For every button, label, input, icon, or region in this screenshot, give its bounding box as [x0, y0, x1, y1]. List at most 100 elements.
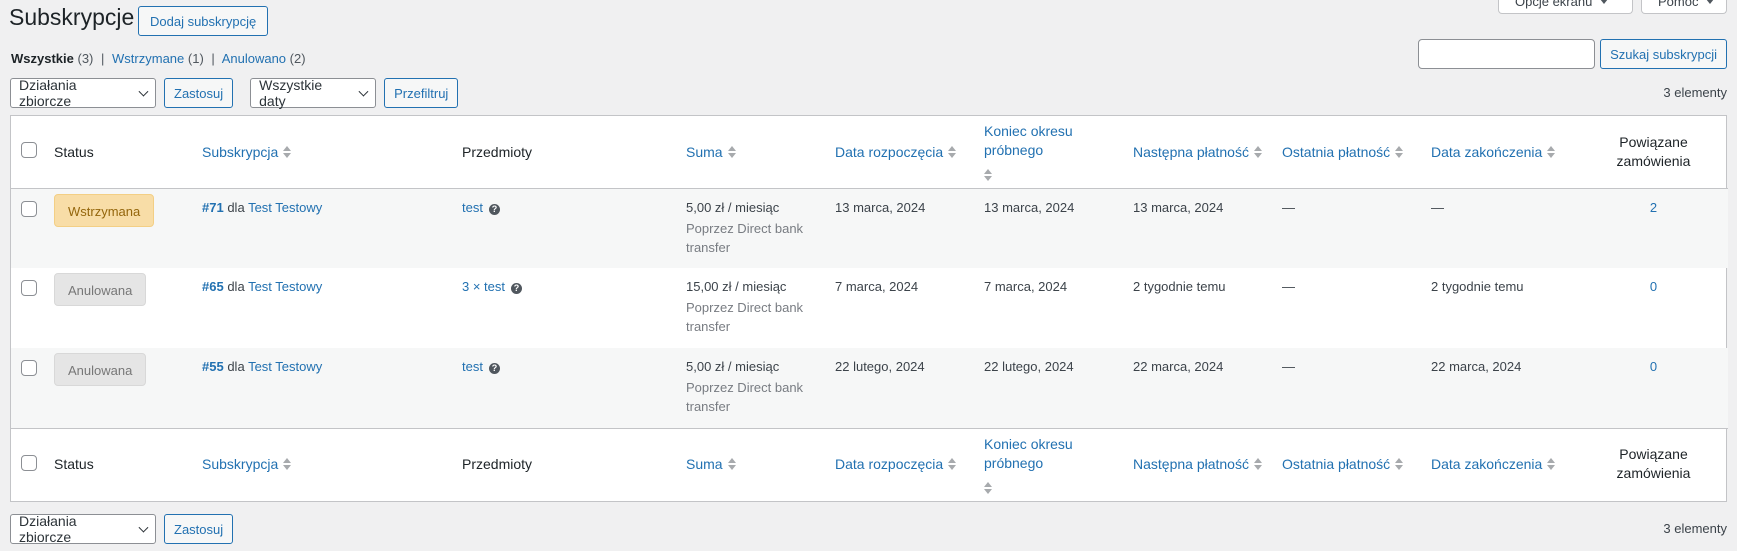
- last-payment-cell: —: [1282, 359, 1295, 374]
- help-icon[interactable]: ?: [511, 283, 522, 294]
- subscription-link[interactable]: #71: [202, 200, 224, 215]
- orders-count-link[interactable]: 2: [1650, 200, 1657, 215]
- item-link[interactable]: test: [462, 200, 483, 215]
- start-date-cell: 22 lutego, 2024: [835, 359, 925, 374]
- table-row: Anulowana #65 dla Test Testowy 3 × test?…: [11, 268, 1728, 348]
- next-payment-cell: 2 tygodnie temu: [1133, 279, 1226, 294]
- for-text: dla: [227, 199, 245, 215]
- column-items-label: Przedmioty: [462, 143, 533, 160]
- for-text: dla: [227, 279, 245, 294]
- screen-meta-links: Opcje ekranu Pomoc: [1498, 0, 1727, 14]
- subscription-cell: #65 dla Test Testowy: [201, 268, 461, 348]
- view-cancelled-count: (2): [289, 51, 306, 66]
- sort-icon: [1547, 145, 1556, 158]
- trial-end-cell: 13 marca, 2024: [984, 199, 1075, 215]
- view-cancelled[interactable]: Anulowano: [222, 51, 286, 66]
- column-next-payment[interactable]: Następna płatność: [1132, 427, 1281, 500]
- subscriptions-table: Status Subskrypcja Przedmioty Suma Data …: [10, 115, 1728, 502]
- last-payment-cell: —: [1282, 199, 1295, 215]
- screen-options-button[interactable]: Opcje ekranu: [1498, 0, 1633, 14]
- column-start-date[interactable]: Data rozpoczęcia: [834, 427, 983, 500]
- help-button[interactable]: Pomoc: [1641, 0, 1727, 14]
- column-trial-end[interactable]: Koniec okresu próbnego: [983, 427, 1132, 500]
- items-cell: test?: [461, 348, 685, 428]
- orders-count-link[interactable]: 0: [1650, 359, 1657, 374]
- orders-cell: 0: [1579, 268, 1728, 348]
- date-filter-select[interactable]: Wszystkie daty: [250, 77, 377, 109]
- column-orders-label-1: Powiązane: [1619, 133, 1688, 150]
- total-amount: 15,00 zł / miesiąc: [686, 279, 787, 294]
- help-label: Pomoc: [1658, 0, 1699, 9]
- row-checkbox[interactable]: [21, 200, 37, 217]
- column-items: Przedmioty: [461, 116, 685, 189]
- status-badge: Anulowana: [54, 273, 147, 306]
- help-icon[interactable]: ?: [488, 203, 500, 215]
- caret-down-icon: [1706, 0, 1715, 4]
- column-subscription[interactable]: Subskrypcja: [201, 427, 461, 500]
- column-end-date[interactable]: Data zakończenia: [1430, 427, 1579, 500]
- column-trial-end-label-2: próbnego: [984, 142, 1044, 159]
- item-link[interactable]: 3 × test: [462, 279, 505, 294]
- orders-count-link[interactable]: 0: [1650, 279, 1657, 294]
- next-payment-cell: 22 marca, 2024: [1133, 359, 1224, 374]
- tablenav-top: Działania zbiorcze Zastosuj Wszystkie da…: [10, 77, 459, 109]
- sort-icon: [1253, 458, 1262, 471]
- column-subscription-label: Subskrypcja: [202, 143, 279, 160]
- items-cell: 3 × test?: [461, 268, 685, 348]
- select-all-cell: [11, 427, 53, 500]
- page-title: Subskrypcje: [9, 4, 135, 30]
- column-start-date[interactable]: Data rozpoczęcia: [834, 116, 983, 189]
- column-end-date[interactable]: Data zakończenia: [1430, 116, 1579, 189]
- column-total-label: Suma: [686, 456, 723, 473]
- status-badge: Anulowana: [54, 353, 147, 386]
- status-views: Wszystkie (3) | Wstrzymane (1) | Anulowa…: [11, 51, 306, 66]
- bulk-actions-select-bottom[interactable]: Działania zbiorcze: [10, 513, 156, 545]
- subscription-link[interactable]: #55: [202, 359, 224, 374]
- bulk-actions-select[interactable]: Działania zbiorcze: [10, 77, 156, 109]
- select-all-cell: [11, 116, 53, 189]
- search-input[interactable]: [1418, 39, 1596, 69]
- payment-method: Poprzez Direct bank transfer: [686, 300, 804, 334]
- last-payment-cell: —: [1282, 279, 1295, 294]
- row-checkbox[interactable]: [21, 280, 37, 296]
- column-total[interactable]: Suma: [685, 116, 834, 189]
- status-badge: Wstrzymana: [54, 193, 155, 227]
- column-last-payment[interactable]: Ostatnia płatność: [1281, 427, 1430, 500]
- chevron-down-icon: [358, 86, 369, 96]
- view-separator: |: [211, 51, 215, 66]
- apply-button[interactable]: Zastosuj: [164, 78, 234, 108]
- column-next-payment[interactable]: Następna płatność: [1132, 116, 1281, 189]
- row-checkbox[interactable]: [21, 360, 37, 376]
- view-all[interactable]: Wszystkie: [11, 51, 74, 66]
- column-orders-label-2: zamówienia: [1616, 152, 1691, 169]
- column-next-payment-label: Następna płatność: [1133, 143, 1249, 160]
- total-cell: 5,00 zł / miesiąc Poprzez Direct bank tr…: [685, 188, 834, 268]
- trial-end-cell: 7 marca, 2024: [984, 279, 1068, 294]
- customer-link[interactable]: Test Testowy: [248, 200, 322, 215]
- column-trial-end[interactable]: Koniec okresu próbnego: [983, 116, 1132, 189]
- table-row: Wstrzymana #71 dla Test Testowy test? 5,…: [11, 188, 1728, 268]
- select-all-checkbox[interactable]: [21, 454, 37, 471]
- for-text: dla: [227, 359, 245, 374]
- apply-button-bottom[interactable]: Zastosuj: [164, 514, 234, 544]
- total-cell: 5,00 zł / miesiąc Poprzez Direct bank tr…: [685, 348, 834, 428]
- sort-icon: [1547, 458, 1556, 471]
- customer-link[interactable]: Test Testowy: [248, 359, 322, 374]
- select-all-checkbox[interactable]: [21, 142, 37, 159]
- item-link[interactable]: test: [462, 359, 483, 374]
- column-subscription[interactable]: Subskrypcja: [201, 116, 461, 189]
- add-subscription-button[interactable]: Dodaj subskrypcję: [138, 6, 269, 36]
- search-button[interactable]: Szukaj subskrypcji: [1600, 39, 1727, 69]
- column-total-label: Suma: [686, 143, 723, 160]
- sort-icon: [283, 458, 292, 471]
- help-icon[interactable]: ?: [488, 363, 500, 374]
- row-select-cell: [11, 188, 53, 268]
- total-amount: 5,00 zł / miesiąc: [686, 199, 780, 215]
- subscription-link[interactable]: #65: [202, 279, 224, 294]
- column-last-payment[interactable]: Ostatnia płatność: [1281, 116, 1430, 189]
- column-status: Status: [53, 116, 201, 189]
- column-total[interactable]: Suma: [685, 427, 834, 500]
- view-on-hold[interactable]: Wstrzymane: [112, 51, 184, 66]
- filter-button[interactable]: Przefiltruj: [384, 78, 459, 108]
- customer-link[interactable]: Test Testowy: [248, 279, 322, 294]
